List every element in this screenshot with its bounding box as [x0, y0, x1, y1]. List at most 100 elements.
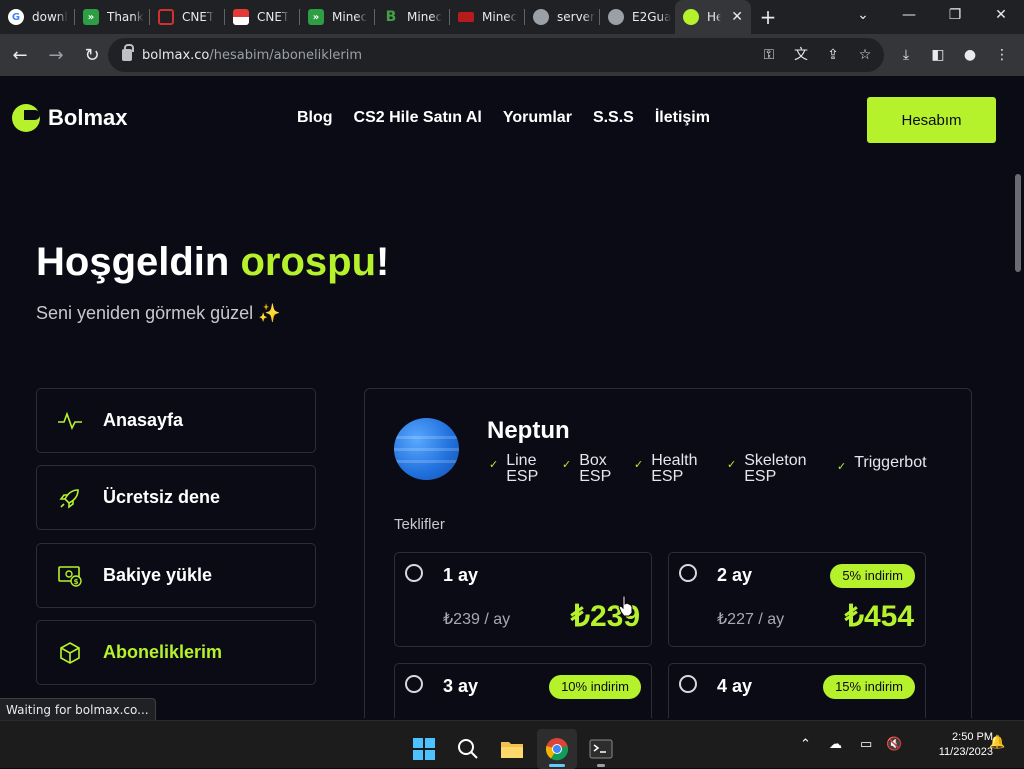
nav-blog[interactable]: Blog: [297, 109, 333, 127]
browser-tab[interactable]: CNET: [150, 0, 225, 34]
nav-yorumlar[interactable]: Yorumlar: [503, 109, 572, 127]
clock-time: 2:50 PM: [952, 731, 993, 743]
offer-option-3-ay[interactable]: 3 ay 10% indirim: [394, 663, 652, 718]
subscription-card: Neptun ✓ Line ESP ✓ Box ESP ✓ Health ESP ✓ …: [364, 388, 972, 718]
site-logo[interactable]: Bolmax: [12, 104, 127, 132]
rocket-icon: [57, 485, 83, 511]
offer-radio[interactable]: [679, 675, 697, 693]
display-icon[interactable]: ▭: [860, 737, 872, 752]
scrollbar-thumb[interactable]: [1015, 174, 1021, 272]
tab-title: server: [557, 10, 595, 24]
cnet-red-icon: [158, 9, 174, 25]
tab-title: downl: [32, 10, 68, 24]
page-viewport: Bolmax Blog CS2 Hile Satın Al Yorumlar S…: [0, 76, 1024, 718]
curseforge-icon: [458, 12, 474, 22]
feature-item: ✓ Line ESP: [489, 452, 539, 485]
nav-sss[interactable]: S.S.S: [593, 109, 634, 127]
key-icon[interactable]: ⚿: [760, 47, 778, 63]
nav-iletisim[interactable]: İletişim: [655, 109, 710, 127]
forward-icon[interactable]: →: [40, 39, 72, 71]
browser-tab[interactable]: server: [525, 0, 600, 34]
browser-tab[interactable]: » Minec: [300, 0, 375, 34]
chevron-up-icon[interactable]: ⌃: [800, 737, 811, 752]
file-explorer-icon[interactable]: [492, 729, 532, 769]
browser-tab-active[interactable]: He ✕: [675, 0, 751, 34]
terminal-icon[interactable]: [581, 729, 621, 769]
new-tab-button[interactable]: +: [751, 0, 785, 34]
b-green-icon: B: [385, 9, 397, 25]
product-name: Neptun: [487, 417, 570, 444]
profile-icon[interactable]: ●: [956, 41, 984, 69]
sidebar-item-anasayfa[interactable]: Anasayfa: [36, 388, 316, 453]
hand-cursor-icon: [618, 595, 633, 617]
bookmark-star-icon[interactable]: ☆: [856, 47, 874, 63]
close-tab-icon[interactable]: ✕: [731, 9, 743, 25]
browser-tab[interactable]: » Thank: [75, 0, 150, 34]
offer-total-price: ₺454: [844, 600, 914, 633]
share-icon[interactable]: ⇪: [824, 47, 842, 63]
offer-radio[interactable]: [405, 675, 423, 693]
url-text: bolmax.co/hesabim/aboneliklerim: [142, 47, 363, 63]
browser-tab[interactable]: B Minec: [375, 0, 450, 34]
offer-radio[interactable]: [405, 564, 423, 582]
browser-tab[interactable]: Minec: [450, 0, 525, 34]
notification-bell-icon[interactable]: 🔔: [989, 735, 1005, 750]
page-scrollbar[interactable]: [1012, 76, 1024, 718]
sidebar-item-aboneliklerim[interactable]: Aboneliklerim: [36, 620, 316, 685]
volume-muted-icon[interactable]: 🔇: [886, 737, 902, 752]
reload-icon[interactable]: ↻: [76, 39, 108, 71]
download-green-icon: »: [83, 9, 99, 25]
discount-badge: 10% indirim: [549, 675, 641, 699]
sidebar-item-label: Aboneliklerim: [103, 642, 223, 662]
chrome-icon[interactable]: [537, 729, 577, 769]
tab-title: CNET: [257, 10, 290, 24]
menu-icon[interactable]: ⋮: [988, 41, 1016, 69]
browser-tab[interactable]: CNET: [225, 0, 300, 34]
tab-title: Thank: [107, 10, 144, 24]
tab-title: E2Gua: [632, 10, 672, 24]
nav-cs2-hile[interactable]: CS2 Hile Satın Al: [354, 109, 482, 127]
sidebar-item-label: Anasayfa: [103, 410, 184, 430]
sidebar-item-ucretsiz-dene[interactable]: Ücretsiz dene: [36, 465, 316, 530]
translate-icon[interactable]: 文: [792, 47, 810, 63]
cloud-off-icon[interactable]: ☁: [829, 737, 842, 752]
tab-title: He: [707, 10, 721, 24]
discount-badge: 15% indirim: [823, 675, 915, 699]
globe-icon: [608, 9, 624, 25]
welcome-heading: Hoşgeldin orospu!: [36, 240, 390, 284]
back-icon[interactable]: ←: [4, 39, 36, 71]
address-bar[interactable]: bolmax.co/hesabim/aboneliklerim ⚿ 文 ⇪ ☆: [108, 38, 884, 72]
check-icon: ✓: [562, 459, 572, 471]
welcome-subtitle: Seni yeniden görmek güzel ✨: [36, 303, 281, 323]
main-nav: Blog CS2 Hile Satın Al Yorumlar S.S.S İl…: [297, 109, 731, 127]
restore-icon[interactable]: ❐: [932, 0, 978, 30]
account-button[interactable]: Hesabım: [867, 97, 996, 143]
offer-label: 1 ay: [443, 565, 479, 585]
tab-search-icon[interactable]: ⌄: [840, 0, 886, 30]
browser-tab[interactable]: E2Gua: [600, 0, 675, 34]
tab-title: Minec: [332, 10, 368, 24]
minimize-icon[interactable]: —: [886, 0, 932, 30]
cnet-icon: [233, 9, 249, 25]
check-icon: ✓: [489, 459, 499, 471]
bolmax-logo-icon: [12, 104, 40, 132]
offer-option-1-ay[interactable]: 1 ay ₺239 / ay ₺239: [394, 552, 652, 647]
offer-label: 3 ay: [443, 676, 479, 696]
browser-tab-strip: G downl » Thank CNET CNET » Minec B Mine…: [0, 0, 1024, 34]
windows-start-icon[interactable]: [404, 729, 444, 769]
sidebar-item-label: Ücretsiz dene: [103, 487, 221, 507]
download-icon[interactable]: ⤓: [892, 41, 920, 69]
offer-radio[interactable]: [679, 564, 697, 582]
clock-date: 11/23/2023: [938, 746, 993, 758]
offer-option-2-ay[interactable]: 2 ay 5% indirim ₺227 / ay ₺454: [668, 552, 926, 647]
sidebar-item-bakiye-yukle[interactable]: $ Bakiye yükle: [36, 543, 316, 608]
feature-item: ✓ Triggerbot: [837, 454, 927, 474]
close-window-icon[interactable]: ✕: [978, 0, 1024, 30]
google-icon: G: [8, 9, 24, 25]
browser-tab[interactable]: G downl: [0, 0, 75, 34]
taskbar-clock[interactable]: 2:50 PM 11/23/2023: [915, 730, 993, 760]
offer-unit-price: ₺227 / ay: [717, 611, 785, 628]
search-icon[interactable]: [448, 729, 488, 769]
offer-option-4-ay[interactable]: 4 ay 15% indirim: [668, 663, 926, 718]
side-panel-icon[interactable]: ◧: [924, 41, 952, 69]
